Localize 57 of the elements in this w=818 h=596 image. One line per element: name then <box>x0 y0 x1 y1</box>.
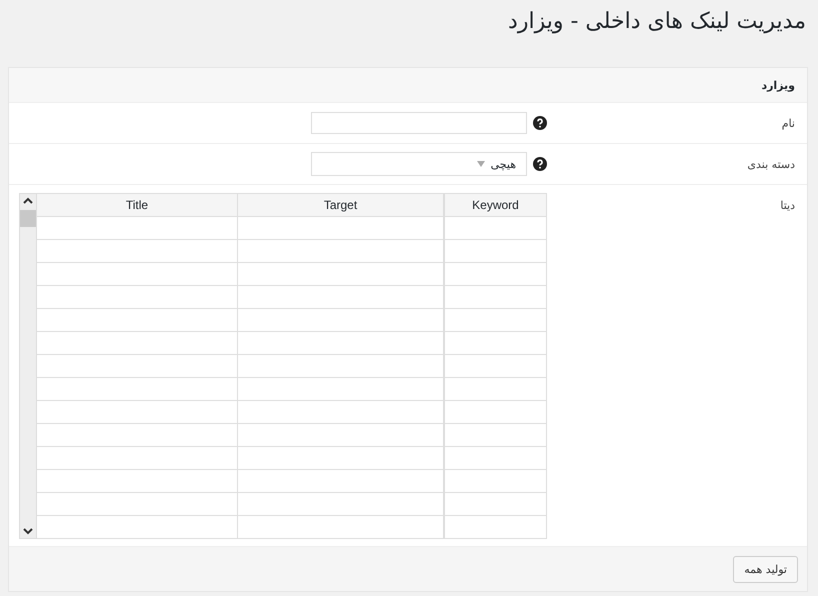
grid-cell[interactable] <box>444 400 546 424</box>
grid-cell[interactable] <box>36 332 238 354</box>
help-icon[interactable] <box>533 116 547 130</box>
grid-cell[interactable] <box>238 354 444 378</box>
column-header: Title <box>36 194 238 216</box>
grid-cell[interactable] <box>36 378 238 400</box>
grid-cell[interactable] <box>444 378 546 400</box>
page-title: مدیریت لینک های داخلی - ویزارد <box>508 8 806 34</box>
grid-cell[interactable] <box>444 492 546 516</box>
grid-cell[interactable] <box>238 262 444 286</box>
generate-all-button[interactable]: تولید همه <box>733 556 798 582</box>
column-header: Target <box>238 194 444 216</box>
grid-cell[interactable] <box>238 470 444 492</box>
grid-cell[interactable] <box>36 424 238 446</box>
help-icon[interactable] <box>533 157 547 171</box>
grid-cell[interactable] <box>36 354 238 378</box>
scroll-up-icon[interactable] <box>22 197 33 205</box>
grid-cell[interactable] <box>238 446 444 470</box>
grid-cell[interactable] <box>444 332 546 354</box>
grid-cell[interactable] <box>444 308 546 332</box>
field-label: دیتا <box>779 198 796 212</box>
grid-cell[interactable] <box>238 216 444 240</box>
grid-cell[interactable] <box>238 400 444 424</box>
scrollbar[interactable] <box>20 194 36 538</box>
grid-cell[interactable] <box>444 240 546 262</box>
grid-cell[interactable] <box>444 424 546 446</box>
grid-cell[interactable] <box>36 286 238 308</box>
grid-cell[interactable] <box>238 286 444 308</box>
grid-cell[interactable] <box>238 240 444 262</box>
field-label: دسته بندی <box>746 158 796 170</box>
grid-cell[interactable] <box>444 446 546 470</box>
grid-cell[interactable] <box>36 470 238 492</box>
grid-cell[interactable] <box>36 308 238 332</box>
grid-cell[interactable] <box>36 216 238 240</box>
grid-cell[interactable] <box>444 470 546 492</box>
caret-icon <box>476 161 485 167</box>
grid-cell[interactable] <box>36 400 238 424</box>
grid-cell[interactable] <box>238 332 444 354</box>
grid-cell[interactable] <box>238 308 444 332</box>
grid-cell[interactable] <box>238 424 444 446</box>
scroll-down-icon[interactable] <box>22 527 33 535</box>
grid-cell[interactable] <box>444 354 546 378</box>
grid-cell[interactable] <box>36 492 238 516</box>
grid-cell[interactable] <box>36 262 238 286</box>
panel-heading: ویزارد <box>761 78 795 92</box>
grid-cell[interactable] <box>36 446 238 470</box>
grid-cell[interactable] <box>238 492 444 516</box>
grid-cell[interactable] <box>444 216 546 240</box>
grid-cell[interactable] <box>36 240 238 262</box>
name-field[interactable] <box>311 112 527 134</box>
column-header: Keyword <box>444 194 546 216</box>
field-label: نام <box>780 116 796 130</box>
category-dropdown[interactable]: هیچی <box>311 152 527 176</box>
grid-cell[interactable] <box>444 262 546 286</box>
grid-cell[interactable] <box>444 286 546 308</box>
grid-cell[interactable] <box>238 378 444 400</box>
scroll-thumb[interactable] <box>20 210 36 227</box>
